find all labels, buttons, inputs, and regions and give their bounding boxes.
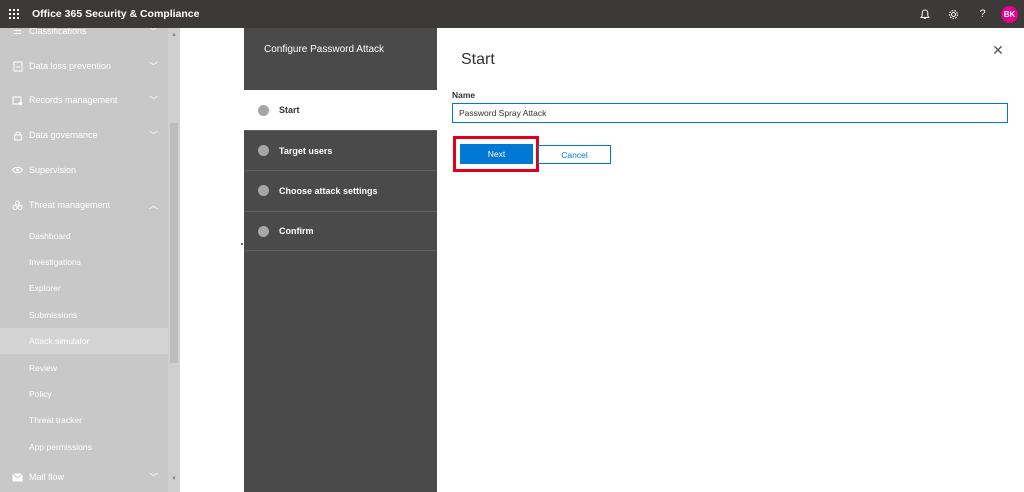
nav-item-records-management[interactable]: Records management ﹀ xyxy=(0,83,168,117)
step-label: Target users xyxy=(279,145,333,156)
nav-item-data-loss-prevention[interactable]: Data loss prevention ﹀ xyxy=(0,49,168,83)
nav-subitem-attack-simulator[interactable]: Attack simulator xyxy=(0,328,168,354)
wizard-step-target-users[interactable]: Target users xyxy=(244,130,437,170)
cancel-button[interactable]: Cancel xyxy=(538,145,611,164)
close-icon[interactable]: ✕ xyxy=(991,43,1005,57)
nav-item-label: Threat management xyxy=(29,200,111,210)
nav-item-label: Supervision xyxy=(29,165,77,175)
biohazard-icon xyxy=(12,200,23,211)
waffle-icon[interactable] xyxy=(0,0,28,28)
nav-subitem-investigations[interactable]: Investigations xyxy=(0,249,168,275)
top-header-bar: Office 365 Security & Compliance ? BK xyxy=(0,0,1024,28)
eye-icon xyxy=(12,165,23,176)
nav-item-label: Data loss prevention xyxy=(29,61,112,71)
dlp-icon xyxy=(12,61,23,72)
gear-icon[interactable] xyxy=(939,0,968,28)
nav-item-mail-flow[interactable]: Mail flow ﹀ xyxy=(0,460,168,492)
nav-subitem-threat-tracker[interactable]: Threat tracker xyxy=(0,407,168,433)
chevron-down-icon: ﹀ xyxy=(148,95,158,106)
nav-item-supervision[interactable]: Supervision xyxy=(0,153,168,187)
avatar[interactable]: BK xyxy=(1001,5,1018,23)
step-indicator-icon xyxy=(258,104,269,116)
nav-subitem-submissions[interactable]: Submissions xyxy=(0,302,168,328)
nav-item-label: Mail flow xyxy=(29,472,65,482)
nav-subitem-app-permissions[interactable]: App permissions xyxy=(0,434,168,460)
nav-item-label: Records management xyxy=(29,95,118,105)
help-icon[interactable]: ? xyxy=(968,0,997,28)
wizard-content: Start ✕ Name Next Cancel xyxy=(437,28,1024,492)
step-indicator-icon xyxy=(258,185,269,196)
chevron-down-icon: ﹀ xyxy=(148,472,158,483)
page-title: Start xyxy=(461,51,495,68)
chevron-up-icon: ︿ xyxy=(148,200,158,211)
name-field[interactable] xyxy=(452,103,1008,123)
step-indicator-icon xyxy=(258,145,269,156)
nav-item-threat-management[interactable]: Threat management ︿ xyxy=(0,188,168,222)
tag-icon: ☰ xyxy=(13,28,22,37)
wizard-steps-panel: Configure Password Attack Start Target u… xyxy=(244,28,437,492)
app-title[interactable]: Office 365 Security & Compliance xyxy=(32,8,199,20)
name-field-label: Name xyxy=(452,90,476,100)
divider-dot xyxy=(241,243,243,245)
nav-item-label: Classifications xyxy=(29,28,87,36)
nav-subitem-explorer[interactable]: Explorer xyxy=(0,275,168,301)
nav-subitem-review[interactable]: Review xyxy=(0,355,168,381)
wizard-step-choose-attack-settings[interactable]: Choose attack settings xyxy=(244,170,437,210)
nav-item-data-governance[interactable]: Data governance ﹀ xyxy=(0,118,168,152)
nav-subitem-dashboard[interactable]: Dashboard xyxy=(0,223,168,249)
chevron-down-icon: ﹀ xyxy=(148,130,158,141)
lock-icon xyxy=(12,130,23,141)
next-button[interactable]: Next xyxy=(460,144,533,164)
bell-icon[interactable] xyxy=(910,0,939,28)
wizard-step-start[interactable]: Start xyxy=(244,90,437,130)
step-label: Choose attack settings xyxy=(279,185,378,196)
chevron-down-icon: ﹀ xyxy=(148,28,158,37)
scroll-down-arrow-icon[interactable]: ▼ xyxy=(168,474,180,484)
mail-icon xyxy=(12,472,23,483)
step-label: Confirm xyxy=(279,226,314,236)
chevron-down-icon: ﹀ xyxy=(148,61,158,72)
step-indicator-icon xyxy=(258,225,269,237)
left-navigation: ☰ Classifications ﹀ Data loss prevention… xyxy=(0,28,168,492)
step-label: Start xyxy=(279,105,300,115)
background-page xyxy=(180,28,244,492)
scroll-up-arrow-icon[interactable]: ▲ xyxy=(168,30,180,40)
nav-item-label: Data governance xyxy=(29,130,98,140)
records-icon xyxy=(12,95,23,106)
nav-subitem-policy[interactable]: Policy xyxy=(0,381,168,407)
scrollbar-thumb[interactable] xyxy=(170,123,178,363)
wizard-step-confirm[interactable]: Confirm xyxy=(244,211,437,251)
wizard-title: Configure Password Attack xyxy=(264,44,385,55)
nav-item-classifications[interactable]: ☰ Classifications ﹀ xyxy=(0,28,168,48)
nav-scrollbar[interactable]: ▲ ▼ xyxy=(168,28,180,492)
